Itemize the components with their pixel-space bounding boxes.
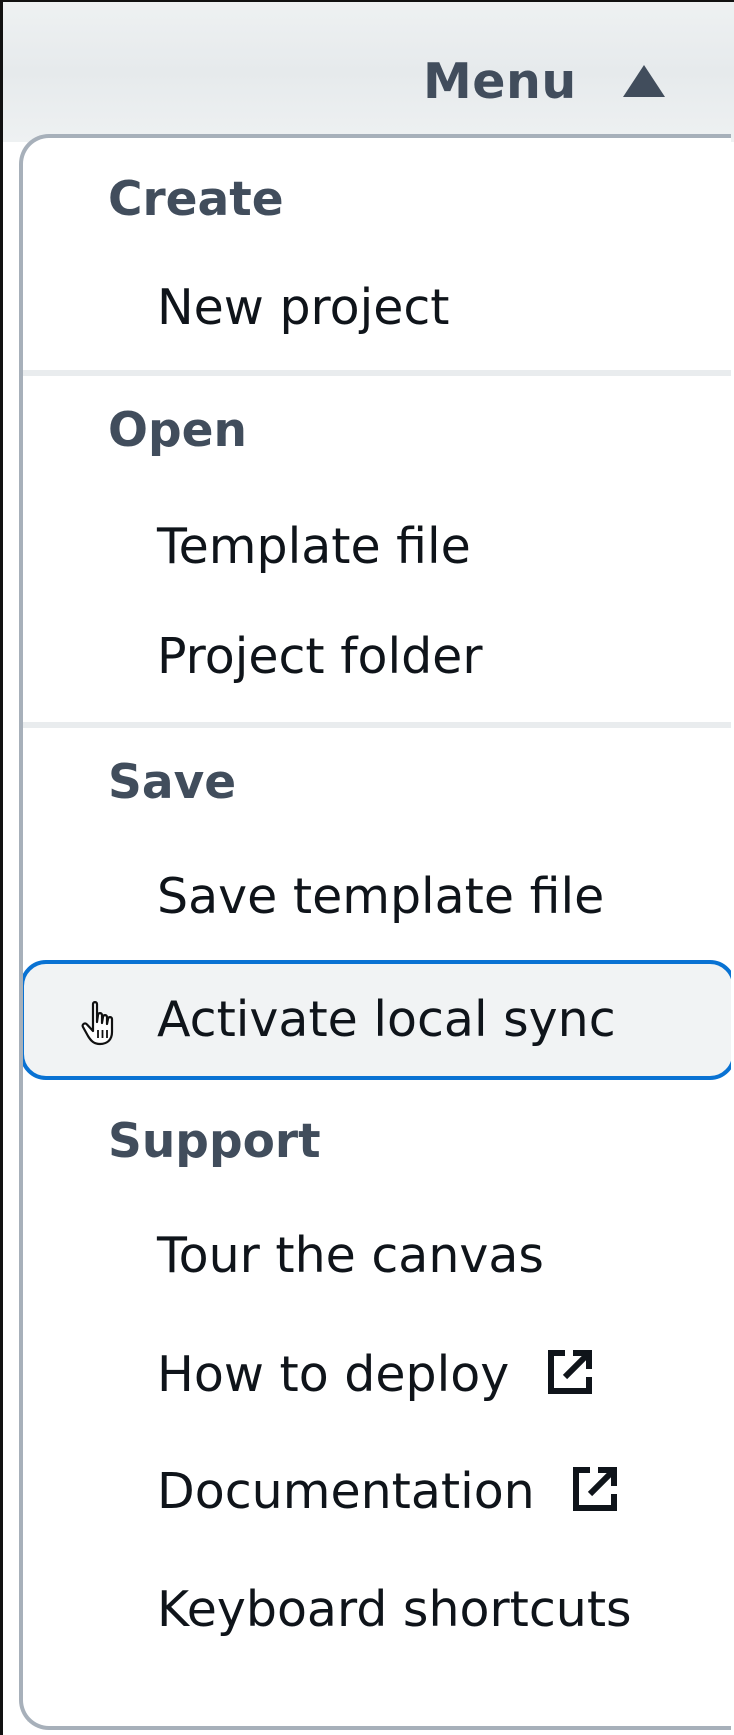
menu-item-label: How to deploy <box>157 1346 510 1403</box>
menu-button[interactable]: Menu <box>423 46 665 116</box>
menu-item-label: Documentation <box>157 1463 535 1520</box>
caret-up-icon <box>622 65 665 97</box>
menu-button-label: Menu <box>423 52 577 110</box>
group-header-open: Open <box>108 403 247 458</box>
menu-item-template-file[interactable]: Template file <box>23 496 731 612</box>
external-link-icon <box>573 1467 618 1511</box>
menu-item-label: Activate local sync <box>157 991 616 1048</box>
header-bar: Menu <box>3 2 734 142</box>
group-header-support: Support <box>108 1114 321 1169</box>
menu-item-activate-local-sync[interactable]: Activate local sync <box>23 960 731 1080</box>
menu-group-create: Create New project <box>23 138 731 370</box>
external-link-icon <box>547 1350 592 1394</box>
menu-item-project-folder[interactable]: Project folder <box>23 612 731 722</box>
menu-item-how-to-deploy[interactable]: How to deploy <box>23 1320 731 1442</box>
menu-item-label: Keyboard shortcuts <box>157 1581 632 1638</box>
menu-dropdown: Create New project Open Template file Pr… <box>19 134 731 1730</box>
group-header-create: Create <box>108 172 284 227</box>
pointer-hand-icon <box>81 1001 114 1046</box>
group-header-save: Save <box>108 755 237 810</box>
menu-item-tour-the-canvas[interactable]: Tour the canvas <box>23 1204 731 1320</box>
menu-item-label: Tour the canvas <box>157 1227 544 1284</box>
menu-item-keyboard-shortcuts[interactable]: Keyboard shortcuts <box>23 1560 731 1678</box>
menu-item-save-template-file[interactable]: Save template file <box>23 844 731 960</box>
menu-group-open: Open Template file Project folder <box>23 376 731 722</box>
menu-item-label: Save template file <box>157 868 605 925</box>
menu-item-new-project[interactable]: New project <box>23 262 731 370</box>
menu-group-support: Support Tour the canvas How to deploy Do… <box>23 1080 731 1678</box>
app-frame: Menu Create New project Open Template fi… <box>0 0 734 1735</box>
menu-item-documentation[interactable]: Documentation <box>23 1442 731 1560</box>
menu-item-label: New project <box>157 279 450 336</box>
menu-group-save: Save Save template file Activate local s… <box>23 728 731 1080</box>
menu-item-label: Project folder <box>157 628 483 685</box>
menu-item-label: Template file <box>157 518 471 575</box>
